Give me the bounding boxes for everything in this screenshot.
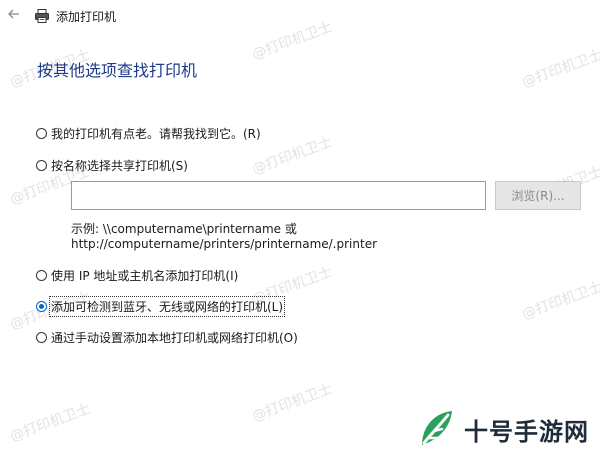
watermark: @打印机卫士 bbox=[250, 134, 335, 178]
shared-printer-name-input[interactable] bbox=[71, 181, 486, 210]
browse-button[interactable]: 浏览(R)... bbox=[495, 181, 581, 210]
leaf-logo-icon bbox=[414, 405, 458, 449]
option-label: 通过手动设置添加本地打印机或网络打印机(O) bbox=[51, 330, 298, 345]
example-text-line-2: http://computername/printers/printername… bbox=[71, 237, 378, 251]
title-bar: 添加打印机 bbox=[0, 0, 600, 32]
option-label: 使用 IP 地址或主机名添加打印机(I) bbox=[51, 268, 239, 283]
brand-logo-area: 十号手游网 bbox=[400, 405, 600, 450]
radio-button[interactable] bbox=[36, 269, 47, 281]
watermark: @打印机卫士 bbox=[520, 279, 600, 323]
back-arrow-icon[interactable] bbox=[6, 6, 22, 22]
radio-button-selected[interactable] bbox=[36, 300, 47, 312]
page-title: 按其他选项查找打印机 bbox=[37, 61, 198, 80]
option-label: 我的打印机有点老。请帮我找到它。(R) bbox=[51, 126, 261, 141]
option-label: 添加可检测到蓝牙、无线或网络的打印机(L) bbox=[48, 295, 286, 317]
option-ip-address[interactable]: 使用 IP 地址或主机名添加打印机(I) bbox=[36, 266, 238, 284]
option-old-printer[interactable]: 我的打印机有点老。请帮我找到它。(R) bbox=[36, 124, 261, 142]
printer-icon bbox=[34, 8, 50, 24]
watermark: @打印机卫士 bbox=[520, 47, 600, 91]
option-label: 按名称选择共享打印机(S) bbox=[51, 158, 188, 173]
radio-button[interactable] bbox=[36, 159, 47, 171]
example-text-line-1: 示例: \\computername\printername 或 bbox=[71, 222, 297, 236]
option-shared-printer-by-name[interactable]: 按名称选择共享打印机(S) bbox=[36, 156, 188, 174]
brand-name: 十号手游网 bbox=[464, 418, 589, 446]
watermark: @打印机卫士 bbox=[250, 381, 335, 425]
option-manual-settings[interactable]: 通过手动设置添加本地打印机或网络打印机(O) bbox=[36, 328, 298, 346]
radio-button[interactable] bbox=[36, 331, 47, 343]
window-title: 添加打印机 bbox=[56, 10, 117, 24]
option-bluetooth-wireless-network[interactable]: 添加可检测到蓝牙、无线或网络的打印机(L) bbox=[36, 295, 286, 317]
radio-button[interactable] bbox=[36, 127, 47, 139]
watermark: @打印机卫士 bbox=[8, 401, 93, 445]
